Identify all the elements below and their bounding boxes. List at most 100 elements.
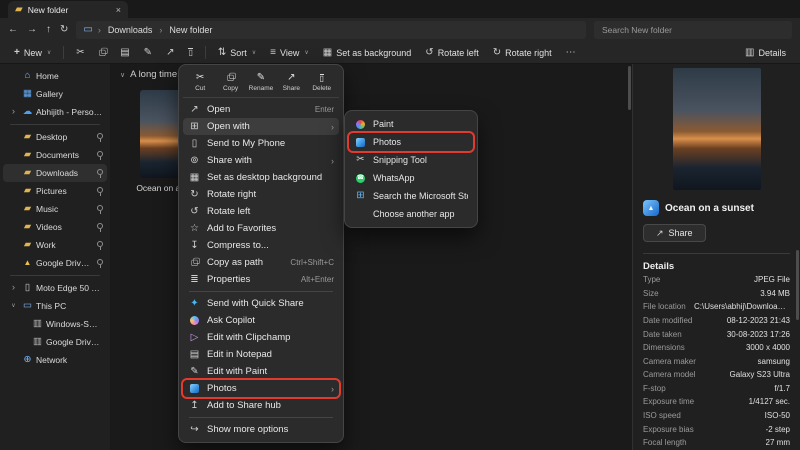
sidebar-item-network[interactable]: Network xyxy=(3,351,107,369)
menu-item-edit-with-paint[interactable]: Edit with Paint › xyxy=(183,363,339,380)
sidebar-item-google-drive-g[interactable]: Google Drive (G:) xyxy=(3,254,107,272)
menu-item-ask-copilot[interactable]: Ask Copilot › xyxy=(183,312,339,329)
breadcrumb-item-downloads[interactable]: Downloads xyxy=(96,25,155,35)
expand-chevron-icon[interactable] xyxy=(8,107,19,117)
menu-item-open-with[interactable]: Open with › xyxy=(183,118,339,135)
image-preview[interactable] xyxy=(673,68,761,190)
sidebar-item-icon xyxy=(22,132,33,142)
details-pane-icon xyxy=(745,48,754,58)
quick-action-share[interactable]: Share xyxy=(277,72,305,92)
toolbar-button-cut[interactable] xyxy=(70,46,90,60)
submenu-item-paint[interactable]: Paint › xyxy=(349,115,473,133)
submenu-item-search-the-microsoft-store[interactable]: Search the Microsoft Store › xyxy=(349,187,473,205)
more-options-button[interactable] xyxy=(560,46,582,60)
property-value: 08-12-2023 21:43 xyxy=(727,316,790,326)
sidebar-item-label: Moto Edge 50 Neo xyxy=(36,283,103,293)
tab-close-icon[interactable]: × xyxy=(116,5,121,15)
sidebar-item-icon xyxy=(22,283,33,293)
search-input[interactable]: Search New folder xyxy=(594,21,792,39)
property-key: Camera model xyxy=(643,370,695,380)
property-value: C:\Users\abhij\Downloads\N... xyxy=(694,302,790,312)
nav-icon-back[interactable] xyxy=(8,25,18,35)
quick-action-cut[interactable]: Cut xyxy=(186,72,214,92)
menu-item-label: Compress to... xyxy=(207,240,328,251)
nav-icon-up[interactable] xyxy=(46,25,51,35)
toolbar-action-set-as-background[interactable]: Set as background xyxy=(317,46,418,60)
menu-item[interactable]: › xyxy=(189,417,333,418)
toolbar-button-share[interactable] xyxy=(160,46,180,60)
expand-chevron-icon[interactable] xyxy=(8,303,19,309)
share-button[interactable]: Share xyxy=(643,224,706,242)
menu-item-label: Edit with Paint xyxy=(207,366,328,377)
quick-action-delete[interactable]: Delete xyxy=(308,72,336,92)
nav-icon-refresh[interactable] xyxy=(60,25,68,35)
nav-icon-forward[interactable] xyxy=(27,25,37,35)
sidebar-item-music[interactable]: Music xyxy=(3,200,107,218)
menu-item-send-to-my-phone[interactable]: Send to My Phone › xyxy=(183,135,339,152)
menu-item-edit-with-clipchamp[interactable]: Edit with Clipchamp › xyxy=(183,329,339,346)
submenu-item-choose-another-app[interactable]: Choose another app › xyxy=(349,205,473,223)
menu-item-add-to-favorites[interactable]: Add to Favorites › xyxy=(183,220,339,237)
toolbar-button-delete[interactable] xyxy=(182,46,198,60)
sidebar-item-moto-edge-50-neo[interactable]: Moto Edge 50 Neo xyxy=(3,279,107,297)
menu-item[interactable]: › xyxy=(189,291,333,292)
submenu-item-whatsapp[interactable]: WhatsApp › xyxy=(349,169,473,187)
quick-action-copy[interactable]: Copy xyxy=(217,72,245,92)
sidebar-item[interactable] xyxy=(10,275,100,276)
property-key: Focal length xyxy=(643,438,687,448)
menu-item-icon xyxy=(188,241,201,251)
tab-title: New folder xyxy=(28,5,111,15)
menu-item-icon xyxy=(188,275,201,285)
menu-item-properties[interactable]: Properties Alt+Enter › xyxy=(183,271,339,288)
menu-item-edit-in-notepad[interactable]: Edit in Notepad › xyxy=(183,346,339,363)
property-value: samsung xyxy=(758,357,790,367)
this-pc-icon xyxy=(83,25,92,35)
sidebar-item-abhijith-personal[interactable]: Abhijith - Personal xyxy=(3,103,107,121)
sidebar-item-gallery[interactable]: Gallery xyxy=(3,85,107,103)
breadcrumb-item-new-folder[interactable]: New folder xyxy=(157,25,214,35)
expand-chevron-icon[interactable] xyxy=(8,283,19,293)
sidebar-item-windows-ssd-c[interactable]: Windows-SSD (C:) xyxy=(3,315,107,333)
sidebar-item[interactable] xyxy=(10,124,100,125)
new-button[interactable]: New xyxy=(8,46,57,60)
sort-button[interactable]: Sort xyxy=(212,46,262,60)
sidebar-item-work[interactable]: Work xyxy=(3,236,107,254)
menu-item-open[interactable]: Open Enter › xyxy=(183,101,339,118)
toolbar-button-copy[interactable] xyxy=(93,46,113,60)
sidebar-item-this-pc[interactable]: This PC xyxy=(3,297,107,315)
menu-item-send-with-quick-share[interactable]: Send with Quick Share › xyxy=(183,295,339,312)
menu-item-add-to-share-hub[interactable]: Add to Share hub › xyxy=(183,397,339,414)
menu-item-rotate-right[interactable]: Rotate right › xyxy=(183,186,339,203)
vertical-scrollbar[interactable] xyxy=(628,66,631,110)
menu-item-photos[interactable]: Photos › xyxy=(183,380,339,397)
details-pane-toggle[interactable]: Details xyxy=(739,46,792,60)
menu-item-label: Send with Quick Share xyxy=(207,298,328,309)
quick-action-rename[interactable]: Rename xyxy=(247,72,275,92)
menu-item-copy-as-path[interactable]: Copy as path Ctrl+Shift+C › xyxy=(183,254,339,271)
sidebar-item-pictures[interactable]: Pictures xyxy=(3,182,107,200)
toolbar-button-paste[interactable] xyxy=(114,46,135,60)
menu-item-share-with[interactable]: Share with › xyxy=(183,152,339,169)
menu-item-icon xyxy=(188,105,201,115)
sidebar-item-downloads[interactable]: Downloads xyxy=(3,164,107,182)
menu-item-show-more-options[interactable]: Show more options › xyxy=(183,421,339,438)
details-scrollbar[interactable] xyxy=(796,250,799,320)
submenu-item-icon xyxy=(354,191,367,201)
property-value: -2 step xyxy=(766,425,790,435)
submenu-item-photos[interactable]: Photos › xyxy=(349,133,473,151)
toolbar-action-rotate-right[interactable]: Rotate right xyxy=(487,46,558,60)
toolbar-icon xyxy=(99,49,107,57)
sidebar-item-google-drive-g[interactable]: Google Drive (G:) xyxy=(3,333,107,351)
view-button[interactable]: View xyxy=(264,46,315,60)
menu-item-compress-to[interactable]: Compress to... › xyxy=(183,237,339,254)
menu-item-rotate-left[interactable]: Rotate left › xyxy=(183,203,339,220)
sidebar-item-desktop[interactable]: Desktop xyxy=(3,128,107,146)
sidebar-item-home[interactable]: Home xyxy=(3,67,107,85)
sidebar-item-documents[interactable]: Documents xyxy=(3,146,107,164)
submenu-item-snipping-tool[interactable]: Snipping Tool › xyxy=(349,151,473,169)
toolbar-action-rotate-left[interactable]: Rotate left xyxy=(419,46,484,60)
sidebar-item-videos[interactable]: Videos xyxy=(3,218,107,236)
explorer-tab[interactable]: New folder × xyxy=(8,1,128,18)
menu-item-set-as-desktop-background[interactable]: Set as desktop background › xyxy=(183,169,339,186)
toolbar-button-rename[interactable] xyxy=(138,46,158,60)
